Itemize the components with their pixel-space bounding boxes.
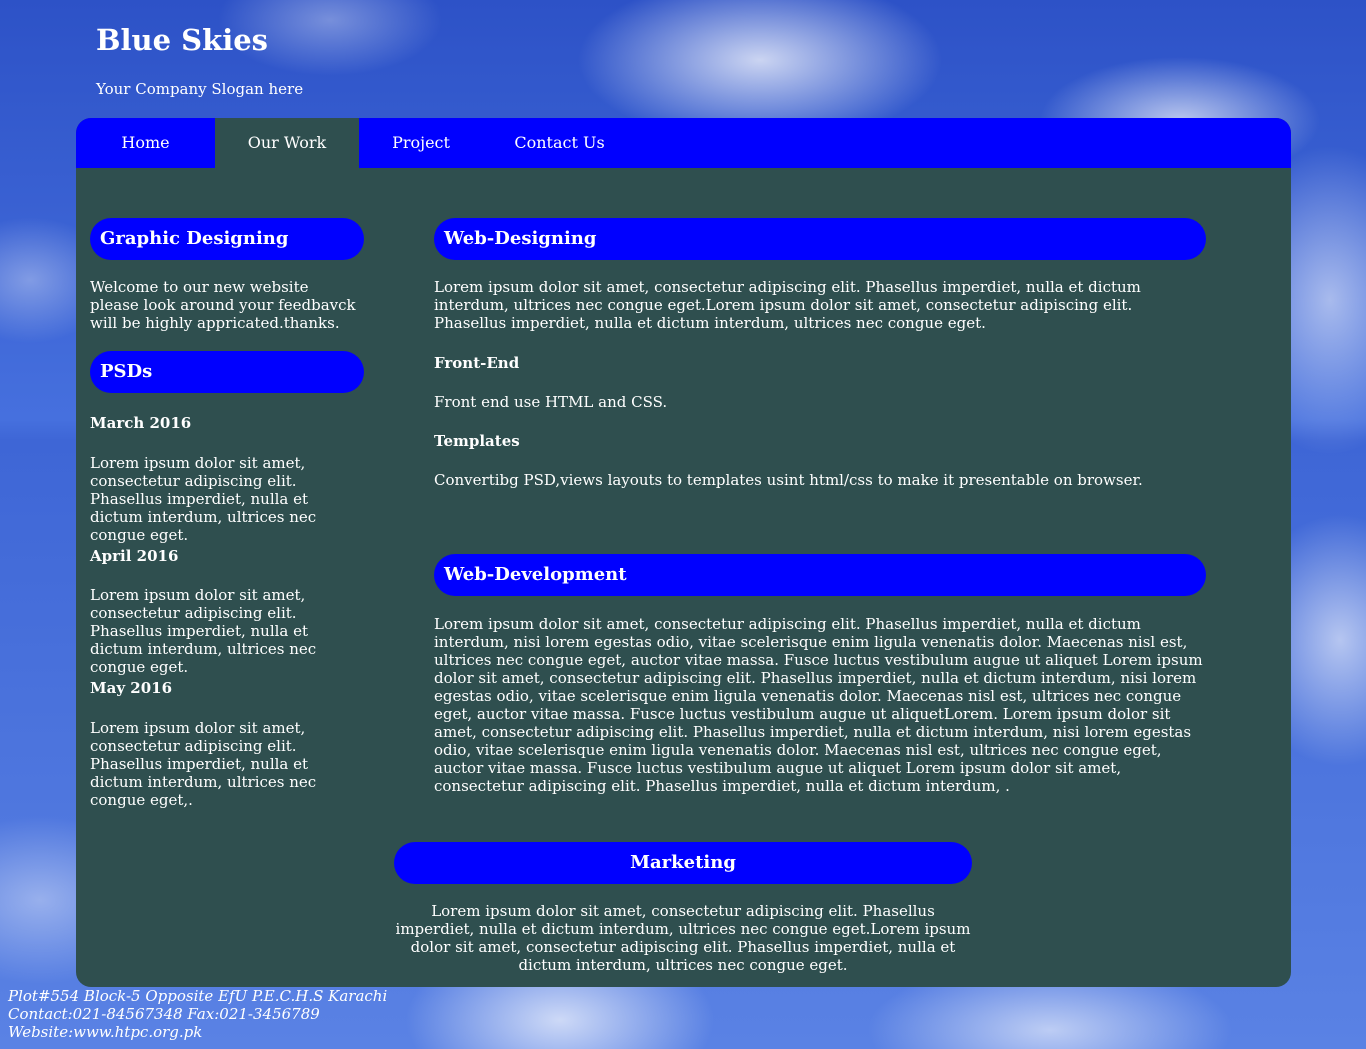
footer-contact: Contact:021-84567348 Fax:021-3456789	[8, 1005, 320, 1023]
psd-entry-text: Lorem ipsum dolor sit amet, consectetur …	[90, 719, 317, 809]
footer-address: Plot#554 Block-5 Opposite EfU P.E.C.H.S …	[8, 987, 388, 1005]
nav-item-contact-us[interactable]: Contact Us	[483, 118, 636, 168]
marketing-text: Lorem ipsum dolor sit amet, consectetur …	[395, 902, 971, 974]
nav-item-our-work[interactable]: Our Work	[215, 118, 359, 168]
web-development-text: Lorem ipsum dolor sit amet, consectetur …	[434, 615, 1203, 795]
footer-contact-info: Plot#554 Block-5 Opposite EfU P.E.C.H.S …	[8, 987, 387, 1041]
graphic-designing-heading: Graphic Designing	[90, 218, 364, 260]
web-designing-intro: Lorem ipsum dolor sit amet, consectetur …	[434, 278, 1141, 332]
front-end-heading: Front-End	[434, 354, 520, 372]
main-navigation: Home Our Work Project Contact Us	[76, 118, 1291, 168]
marketing-heading: Marketing	[394, 842, 972, 884]
psds-heading: PSDs	[90, 351, 364, 393]
web-development-heading: Web-Development	[434, 554, 1206, 596]
templates-heading: Templates	[434, 432, 520, 450]
front-end-text: Front end use HTML and CSS.	[434, 393, 668, 411]
psd-entry-text: Lorem ipsum dolor sit amet, consectetur …	[90, 454, 317, 544]
templates-text: Convertibg PSD,views layouts to template…	[434, 471, 1143, 489]
graphic-designing-text: Welcome to our new website please look a…	[90, 278, 356, 332]
psd-entry-date: March 2016	[90, 414, 192, 432]
nav-item-project[interactable]: Project	[359, 118, 483, 168]
psd-entry-date: May 2016	[90, 679, 173, 697]
nav-item-home[interactable]: Home	[76, 118, 215, 168]
psd-entry-text: Lorem ipsum dolor sit amet, consectetur …	[90, 586, 317, 676]
main-container: Home Our Work Project Contact Us Graphic…	[76, 118, 1291, 987]
psd-entry-date: April 2016	[90, 547, 179, 565]
footer-website: Website:www.htpc.org.pk	[8, 1023, 203, 1041]
site-title: Blue Skies	[96, 23, 268, 57]
company-slogan: Your Company Slogan here	[96, 80, 304, 98]
web-designing-heading: Web-Designing	[434, 218, 1206, 260]
